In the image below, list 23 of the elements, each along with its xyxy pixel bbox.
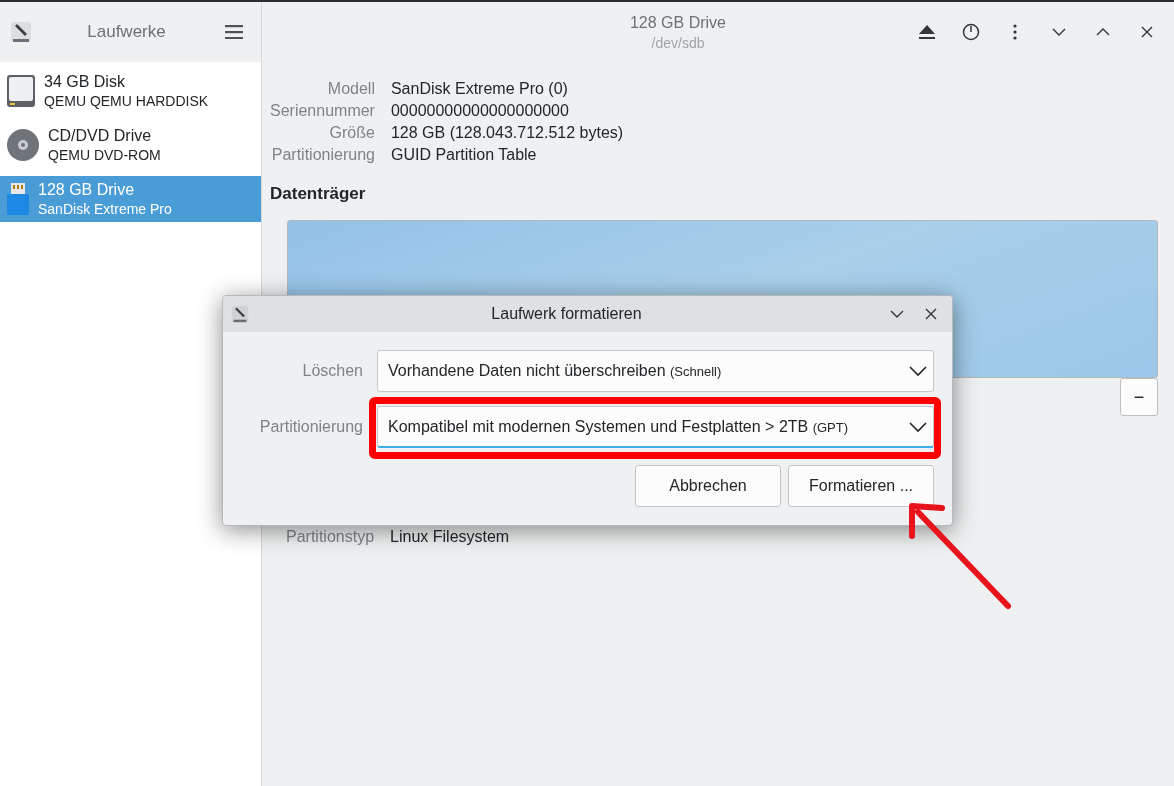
field-label: Partitionierung (258, 418, 363, 436)
property-value: GUID Partition Table (390, 146, 538, 164)
property-value: 128 GB (128.043.712.512 bytes) (390, 124, 625, 142)
window-subtitle: /dev/sdb (651, 34, 705, 51)
property-label: Größe (328, 124, 375, 142)
sidebar-title: Laufwerke (86, 22, 167, 42)
window-title: 128 GB Drive (629, 13, 726, 32)
drive-name: 34 GB Disk (44, 73, 126, 91)
drive-model: SanDisk Extreme Pro (38, 201, 172, 217)
drive-model: QEMU DVD-ROM (48, 147, 161, 163)
drive-name: 128 GB Drive (38, 181, 136, 199)
property-label: Partitionstyp (286, 528, 375, 546)
section-heading: Datenträger (269, 183, 367, 204)
property-label: Partitionierung (270, 146, 375, 164)
property-label: Modell (326, 80, 375, 98)
property-label: Seriennummer (270, 102, 375, 120)
property-value: 00000000000000000000 (390, 102, 570, 120)
field-label: Löschen (301, 362, 363, 380)
property-value: Linux Filesystem (390, 528, 511, 546)
dialog-title: Laufwerk formatieren (490, 305, 643, 323)
property-value: SanDisk Extreme Pro (0) (390, 80, 569, 98)
drive-name: CD/DVD Drive (48, 127, 153, 145)
drive-model: QEMU QEMU HARDDISK (44, 93, 209, 109)
